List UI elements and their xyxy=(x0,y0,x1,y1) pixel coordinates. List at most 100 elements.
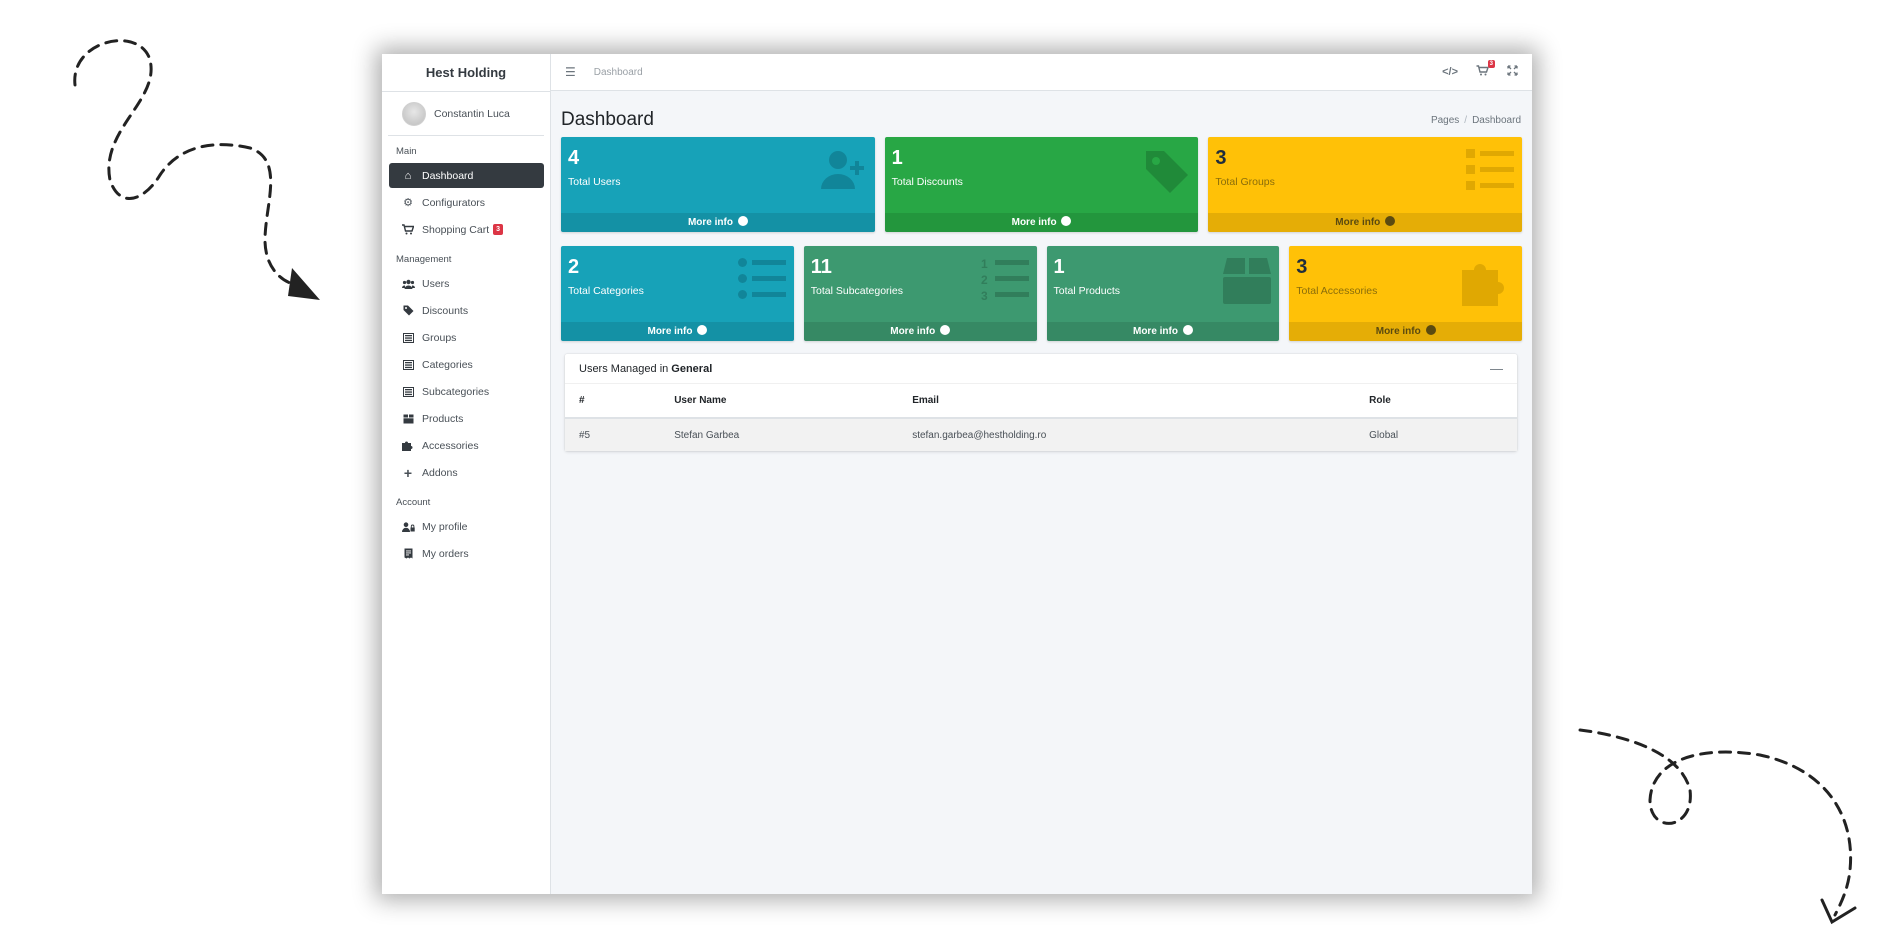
cell-username: Stefan Garbea xyxy=(660,418,899,451)
box-icon xyxy=(1223,258,1272,314)
puzzle-icon xyxy=(401,440,415,451)
topbar-actions: </> 3 xyxy=(1442,60,1518,79)
users-table: # User Name Email Role #5 Stefan Garbea … xyxy=(565,384,1517,451)
stats-row-1: 4 Total Users More info 1 Total Discount… xyxy=(551,137,1532,232)
sidebar-item-products[interactable]: Products xyxy=(389,406,544,431)
nav-header-main: Main xyxy=(396,146,417,157)
gear-icon: ⚙ xyxy=(403,197,413,209)
sidebar-item-label: Categories xyxy=(422,358,473,371)
list-icon xyxy=(401,359,415,370)
sidebar-item-label: Addons xyxy=(422,466,458,479)
hamburger-menu-icon[interactable]: ☰ xyxy=(565,65,576,79)
sidebar-item-subcategories[interactable]: Subcategories xyxy=(389,379,544,404)
sidebar-item-my-profile[interactable]: My profile xyxy=(389,514,544,539)
cell-role: Global xyxy=(1355,418,1517,451)
content-header: Dashboard Pages / Dashboard xyxy=(551,91,1532,137)
sidebar-item-label: Groups xyxy=(422,331,457,344)
cell-id: #5 xyxy=(565,418,661,451)
topbar-dashboard-link[interactable]: Dashboard xyxy=(594,67,643,78)
sidebar-item-groups[interactable]: Groups xyxy=(389,325,544,350)
sidebar-item-addons[interactable]: + Addons xyxy=(389,460,544,485)
users-managed-card: Users Managed in General — # User Name E… xyxy=(565,354,1517,451)
card-title-prefix: Users Managed in xyxy=(579,362,669,375)
list-icon xyxy=(1466,149,1515,201)
code-icon[interactable]: </> xyxy=(1442,66,1458,78)
stat-more-info-link[interactable]: More info xyxy=(1046,322,1280,341)
arrow-circle-right-icon xyxy=(1385,216,1396,226)
breadcrumb-pages[interactable]: Pages xyxy=(1431,115,1459,126)
breadcrumb-current: Dashboard xyxy=(1472,114,1521,126)
list-icon xyxy=(401,332,415,343)
page-title: Dashboard xyxy=(561,109,654,130)
column-header-username[interactable]: User Name xyxy=(660,384,899,419)
table-header-row: # User Name Email Role xyxy=(565,384,1517,419)
user-name: Constantin Luca xyxy=(434,107,510,120)
collapse-icon[interactable]: — xyxy=(1490,361,1503,376)
list-icon xyxy=(401,386,415,397)
user-lock-icon xyxy=(401,521,415,532)
sidebar-item-discounts[interactable]: Discounts xyxy=(389,298,544,323)
home-icon: ⌂ xyxy=(404,169,412,182)
stat-more-info-link[interactable]: More info xyxy=(561,213,875,232)
svg-text:1: 1 xyxy=(981,258,988,271)
tag-icon xyxy=(401,305,415,316)
table-row[interactable]: #5 Stefan Garbea stefan.garbea@hestholdi… xyxy=(565,418,1517,451)
stat-more-info-link[interactable]: More info xyxy=(1289,322,1522,341)
card-header: Users Managed in General — xyxy=(565,354,1517,384)
dashed-arrow-right xyxy=(1578,728,1853,917)
main-area: ☰ Dashboard </> 3 Dashboard Pages / Dashbo… xyxy=(551,54,1532,894)
sidebar-item-label: Subcategories xyxy=(422,385,490,398)
stat-box-products: 1 Total Products More info xyxy=(1046,246,1280,341)
cart-icon xyxy=(401,224,415,235)
app-window: Hest Holding Constantin Luca Main ⌂ Dash… xyxy=(382,54,1532,894)
column-header-role[interactable]: Role xyxy=(1355,384,1517,419)
sidebar-item-my-orders[interactable]: My orders xyxy=(389,541,544,566)
sidebar-item-accessories[interactable]: Accessories xyxy=(389,433,544,458)
cart-count-badge: 3 xyxy=(493,224,504,235)
arrowhead-right xyxy=(1820,898,1857,925)
sidebar: Hest Holding Constantin Luca Main ⌂ Dash… xyxy=(382,54,551,894)
sidebar-item-label: Configurators xyxy=(422,196,486,209)
stat-box-categories: 2 Total Categories More info xyxy=(561,246,794,341)
top-navbar: ☰ Dashboard </> 3 xyxy=(551,54,1532,91)
stat-box-accessories: 3 Total Accessories More info xyxy=(1289,246,1522,341)
sidebar-item-users[interactable]: Users xyxy=(389,271,544,296)
cart-icon[interactable]: 3 xyxy=(1476,60,1495,79)
stat-box-subcategories: 11 Total Subcategories 123 More info xyxy=(803,246,1037,341)
svg-text:2: 2 xyxy=(981,273,988,287)
receipt-icon xyxy=(401,548,415,559)
svg-text:3: 3 xyxy=(981,289,988,300)
stat-more-info-link[interactable]: More info xyxy=(1208,213,1523,232)
sidebar-item-shopping-cart[interactable]: Shopping Cart 3 xyxy=(389,217,544,242)
sidebar-item-label: Users xyxy=(422,277,450,290)
arrow-circle-right-icon xyxy=(737,216,748,226)
stat-more-info-link[interactable]: More info xyxy=(803,322,1037,341)
list-ul-icon xyxy=(737,258,786,310)
avatar xyxy=(402,101,426,126)
column-header-email[interactable]: Email xyxy=(898,384,1356,419)
sidebar-item-label: My profile xyxy=(422,520,468,533)
stat-more-info-link[interactable]: More info xyxy=(561,322,794,341)
sidebar-item-label: Dashboard xyxy=(422,169,474,182)
cell-email: stefan.garbea@hestholding.ro xyxy=(898,418,1356,451)
user-plus-icon xyxy=(820,149,867,199)
card-title-group: General xyxy=(671,362,713,375)
stats-row-2: 2 Total Categories More info 11 Total Su… xyxy=(551,246,1532,341)
nav-header-account: Account xyxy=(396,497,431,508)
sidebar-item-label: My orders xyxy=(422,547,469,560)
sidebar-item-dashboard[interactable]: ⌂ Dashboard xyxy=(389,163,544,188)
stat-box-users: 4 Total Users More info xyxy=(561,137,875,232)
breadcrumb: Pages / Dashboard xyxy=(1430,114,1521,126)
nav-header-management: Management xyxy=(396,254,452,265)
arrow-circle-right-icon xyxy=(940,325,951,335)
box-icon xyxy=(401,414,415,424)
arrow-circle-right-icon xyxy=(1182,325,1193,335)
column-header-id[interactable]: # xyxy=(565,384,661,419)
user-panel[interactable]: Constantin Luca xyxy=(388,92,544,136)
sidebar-item-label: Discounts xyxy=(422,304,469,317)
sidebar-item-categories[interactable]: Categories xyxy=(389,352,544,377)
fullscreen-icon[interactable] xyxy=(1507,65,1518,79)
sidebar-item-configurators[interactable]: ⚙ Configurators xyxy=(389,190,544,215)
brand-logo[interactable]: Hest Holding xyxy=(382,54,550,92)
stat-more-info-link[interactable]: More info xyxy=(884,213,1199,232)
